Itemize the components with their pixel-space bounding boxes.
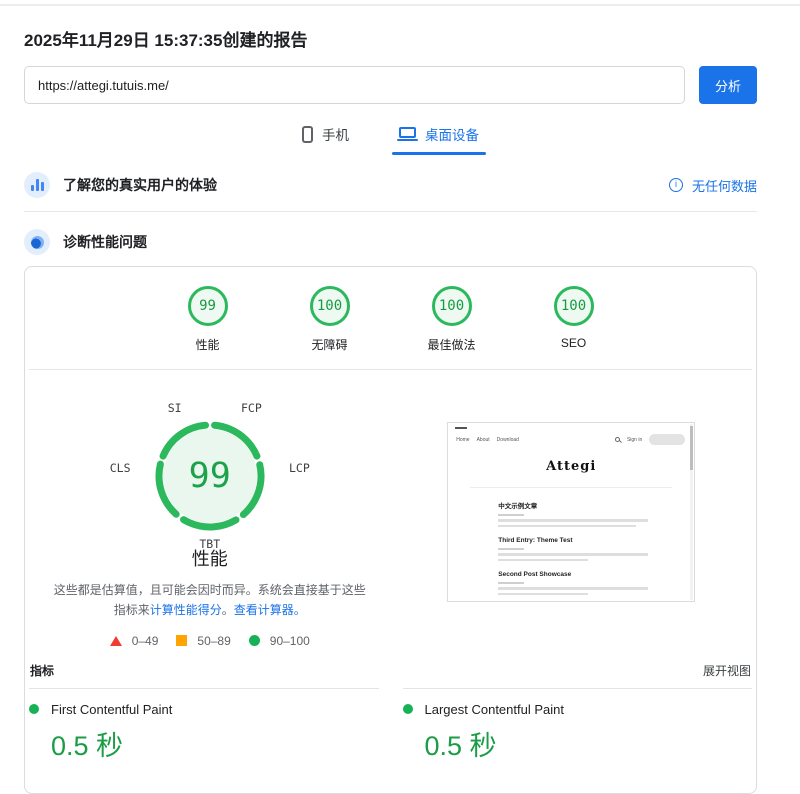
bar-chart-icon <box>24 172 50 198</box>
thumb-search-icon <box>615 437 620 442</box>
metric-fcp-value: 0.5 秒 <box>51 724 379 763</box>
diagnose-section-header: 诊断性能问题 <box>24 229 757 255</box>
fail-triangle-icon <box>110 636 122 646</box>
metrics-title: 指标 <box>30 662 54 679</box>
thumb-nav-bar: Home About Download Sign in <box>456 434 685 445</box>
metric-fcp: First Contentful Paint 0.5 秒 <box>29 688 379 763</box>
gauge-label-lcp: LCP <box>289 461 310 475</box>
thumb-scrollbar-thumb <box>690 426 693 470</box>
score-best-practices-value: 100 <box>432 286 472 326</box>
phone-icon <box>302 126 313 143</box>
expand-view-link[interactable]: 展开视图 <box>703 662 751 679</box>
thumb-nav-home: Home <box>456 437 469 443</box>
tab-desktop[interactable]: 桌面设备 <box>397 118 481 155</box>
legend-pass-range: 90–100 <box>270 634 310 648</box>
legend-pass: 90–100 <box>249 634 310 648</box>
metric-lcp-value: 0.5 秒 <box>425 724 753 763</box>
thumb-subscribe-pill <box>649 434 685 445</box>
metrics-header: 指标 展开视图 <box>29 662 752 679</box>
performance-gauge-score: 99 <box>152 418 268 534</box>
laptop-icon <box>399 127 416 138</box>
metrics-grid: First Contentful Paint 0.5 秒 Largest Con… <box>29 688 752 763</box>
legend-fail: 0–49 <box>110 634 159 648</box>
score-performance[interactable]: 99 性能 <box>172 286 244 353</box>
score-seo[interactable]: 100 SEO <box>538 286 610 353</box>
url-bar: 分析 <box>24 66 757 104</box>
legend-average-range: 50–89 <box>197 634 230 648</box>
disclaimer-separator: 。 <box>222 603 234 617</box>
metric-fcp-name: First Contentful Paint <box>51 702 172 717</box>
tab-desktop-label: 桌面设备 <box>425 124 479 144</box>
field-data-section-header: 了解您的真实用户的体验 无任何数据 <box>24 172 757 198</box>
gauge-label-tbt: TBT <box>199 537 220 551</box>
device-tabs: 手机 桌面设备 <box>24 118 757 155</box>
score-accessibility-label: 无障碍 <box>311 336 347 353</box>
diagnose-section-title: 诊断性能问题 <box>63 232 147 252</box>
performance-gauge: 99 SI FCP CLS LCP TBT <box>152 418 268 534</box>
metric-fcp-pass-dot <box>29 704 39 714</box>
calculator-link[interactable]: 查看计算器。 <box>234 603 306 617</box>
analyze-button[interactable]: 分析 <box>699 66 757 104</box>
thumb-nav-about: About <box>477 437 490 443</box>
thumb-signin-label: Sign in <box>627 437 642 443</box>
page-container: 2025年11月29日 15:37:35创建的报告 分析 手机 桌面设备 了解您… <box>0 0 800 794</box>
thumb-scrollbar <box>690 424 693 600</box>
performance-gauge-column: 99 SI FCP CLS LCP TBT 性能 这些都是估算值，且可能会因时而… <box>29 370 391 648</box>
category-scores-row: 99 性能 100 无障碍 100 最佳做法 100 SEO <box>29 267 752 353</box>
thumb-post-1: 中文示例文章 <box>498 500 648 527</box>
calc-score-link[interactable]: 计算性能得分 <box>150 603 222 617</box>
metric-lcp: Largest Contentful Paint 0.5 秒 <box>403 688 753 763</box>
pass-circle-icon <box>249 635 260 646</box>
no-data-link[interactable]: 无任何数据 <box>669 176 757 195</box>
score-accessibility[interactable]: 100 无障碍 <box>294 286 366 353</box>
thumb-logo-mark <box>455 427 467 429</box>
thumb-post-2: Third Entry: Theme Test <box>498 537 648 561</box>
thumb-site-title: Attegi <box>448 459 694 474</box>
page-screenshot-thumbnail[interactable]: Home About Download Sign in Attegi 中文示例文… <box>447 422 695 602</box>
lighthouse-report-card: 99 性能 100 无障碍 100 最佳做法 100 SEO <box>24 266 757 794</box>
page-title: 2025年11月29日 15:37:35创建的报告 <box>24 26 757 51</box>
score-disclaimer: 这些都是估算值，且可能会因时而异。系统会直接基于这些指标来计算性能得分。查看计算… <box>54 581 366 621</box>
score-performance-label: 性能 <box>195 336 219 353</box>
field-data-section-title: 了解您的真实用户的体验 <box>63 175 217 195</box>
tab-mobile[interactable]: 手机 <box>300 118 351 155</box>
score-seo-label: SEO <box>561 336 586 350</box>
score-seo-value: 100 <box>554 286 594 326</box>
gauge-label-fcp: FCP <box>241 401 262 415</box>
score-best-practices[interactable]: 100 最佳做法 <box>416 286 488 353</box>
thumb-post-3: Second Post Showcase <box>498 571 648 595</box>
gauge-label-cls: CLS <box>110 461 131 475</box>
legend-fail-range: 0–49 <box>132 634 159 648</box>
info-icon[interactable] <box>669 178 683 192</box>
average-square-icon <box>176 635 187 646</box>
report-columns: 99 SI FCP CLS LCP TBT 性能 这些都是估算值，且可能会因时而… <box>29 370 752 648</box>
header-bottom-border <box>0 4 800 6</box>
score-accessibility-value: 100 <box>310 286 350 326</box>
active-tab-underline <box>392 152 486 155</box>
no-data-label: 无任何数据 <box>692 176 757 195</box>
gauge-label-si: SI <box>168 401 182 415</box>
score-legend: 0–49 50–89 90–100 <box>110 634 310 648</box>
metric-lcp-pass-dot <box>403 704 413 714</box>
metric-lcp-name: Largest Contentful Paint <box>425 702 564 717</box>
thumb-nav-download: Download <box>497 437 519 443</box>
speedometer-icon <box>24 229 50 255</box>
tab-mobile-label: 手机 <box>322 124 349 144</box>
screenshot-column: Home About Download Sign in Attegi 中文示例文… <box>391 370 753 648</box>
thumb-post-list: 中文示例文章 Third Entry: Theme Test <box>448 488 694 595</box>
score-best-practices-label: 最佳做法 <box>427 336 475 353</box>
score-performance-value: 99 <box>188 286 228 326</box>
section-divider <box>24 211 757 212</box>
url-input[interactable] <box>24 66 685 104</box>
legend-average: 50–89 <box>176 634 230 648</box>
